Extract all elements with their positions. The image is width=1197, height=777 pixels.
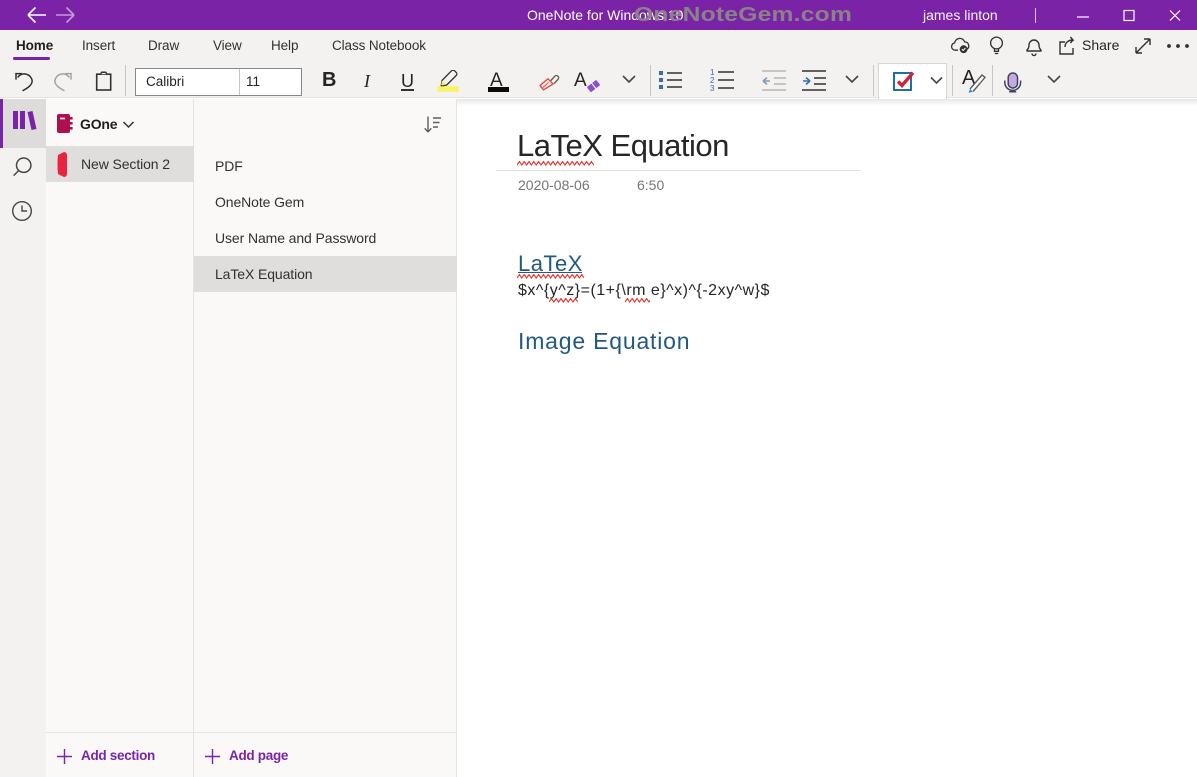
svg-text:3: 3 [710,84,715,93]
